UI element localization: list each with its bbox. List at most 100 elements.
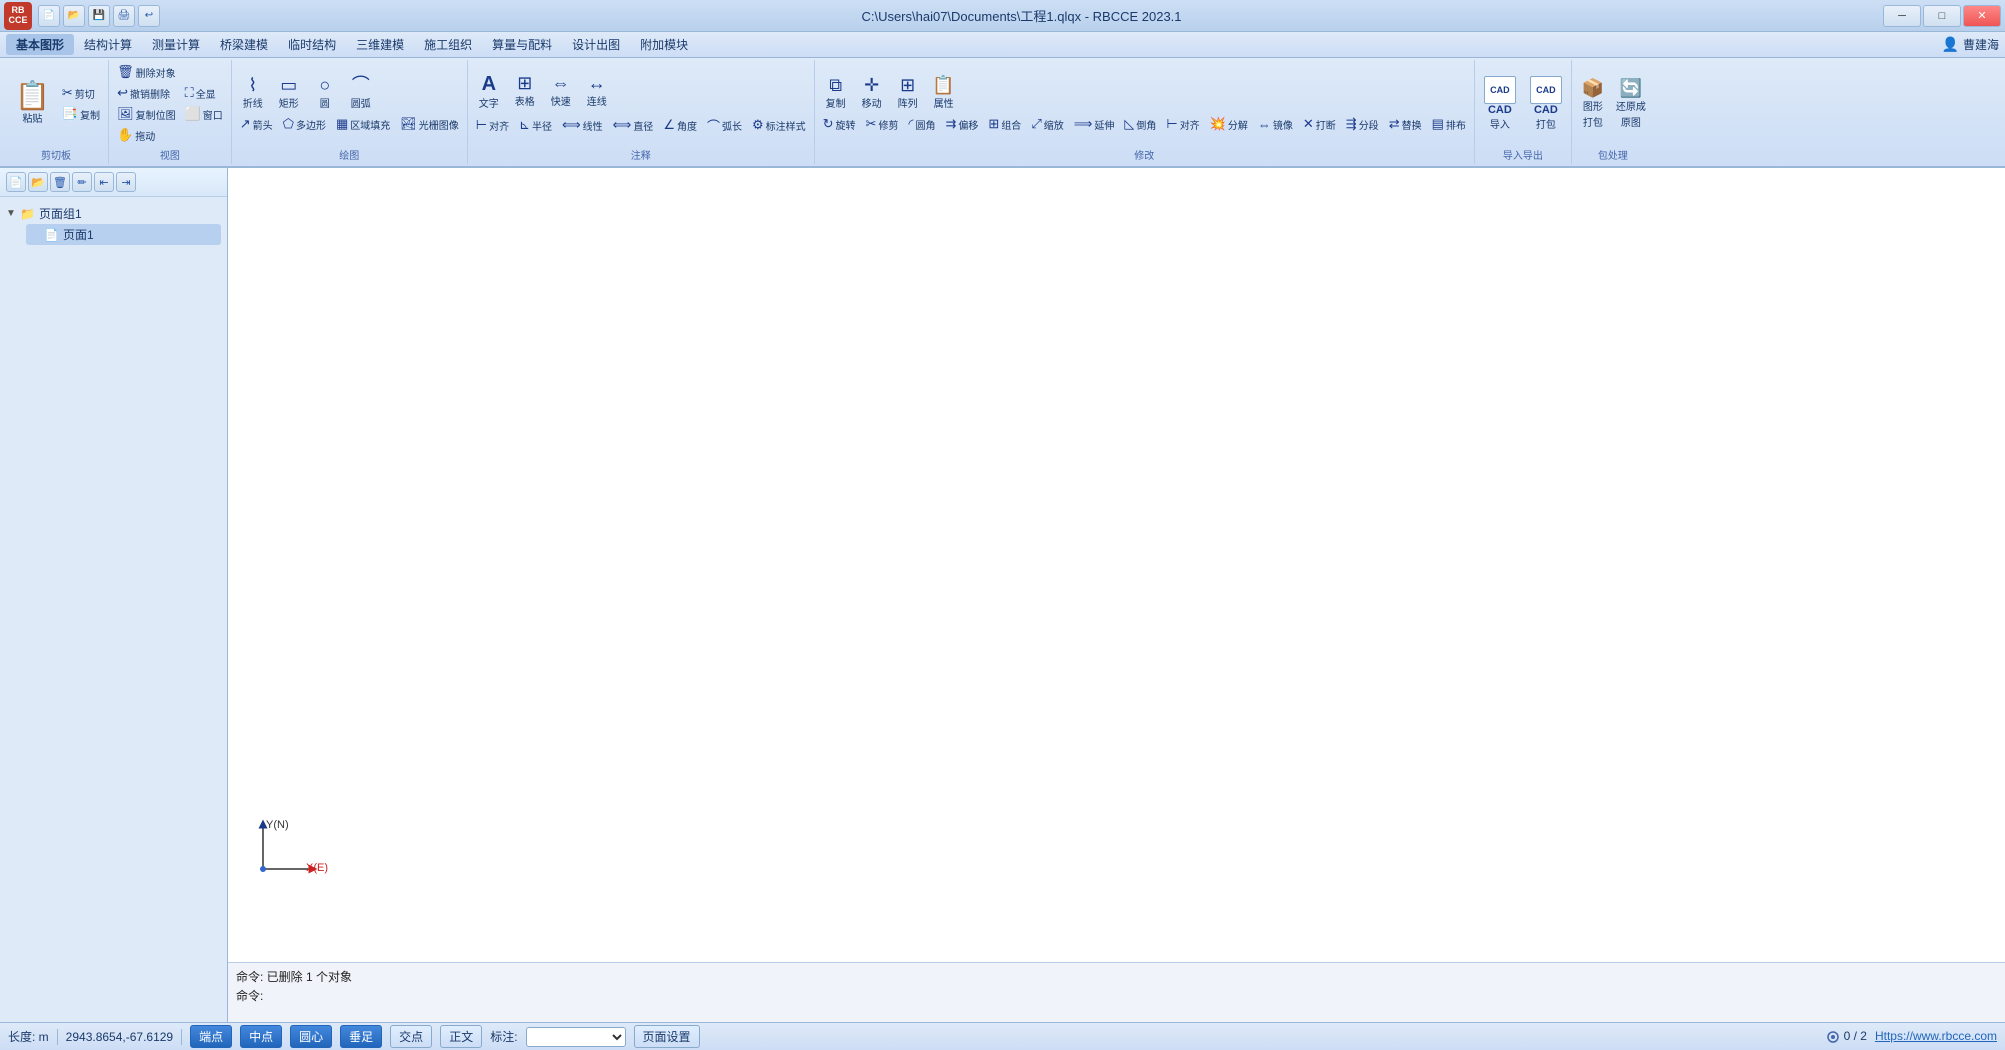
menu-bridge-model[interactable]: 桥梁建模 [210, 34, 278, 55]
lp-delete-btn[interactable]: 🗑 [50, 172, 70, 192]
circle-btn[interactable]: ○ 圆 [308, 73, 342, 113]
menu-measure-calc[interactable]: 测量计算 [142, 34, 210, 55]
tree-page1[interactable]: 📄 页面1 [26, 224, 221, 245]
delete-obj-btn[interactable]: 🗑 删除对象 [113, 62, 180, 82]
snap-perpendicular-btn[interactable]: 垂足 [340, 1025, 382, 1048]
paste-btn[interactable]: 📋 粘贴 [8, 79, 57, 128]
arclength-btn[interactable]: ⌒ 弧长 [703, 114, 746, 137]
arc-btn[interactable]: ⌒ 圆弧 [344, 73, 378, 113]
package-group: 📦 图形 打包 🔄 还原成 原图 包处理 [1572, 60, 1654, 164]
canvas-area[interactable]: Y(N) X(E) [228, 168, 2005, 962]
offset-btn[interactable]: ⇉ 偏移 [942, 114, 983, 134]
lp-new-btn[interactable]: 📄 [6, 172, 26, 192]
radius-btn[interactable]: ⊾ 半径 [515, 114, 556, 137]
cut-btn[interactable]: ✂ 剪切 [58, 83, 104, 103]
text-btn[interactable]: A 文字 [472, 71, 506, 113]
draw-group: ⌇ 折线 ▭ 矩形 ○ 圆 ⌒ 圆弧 [232, 60, 468, 164]
maximize-btn[interactable]: □ [1923, 5, 1961, 27]
new-file-btn[interactable]: 📄 [38, 5, 60, 27]
cad-export-btn[interactable]: CAD CAD 打包 [1525, 73, 1567, 134]
save-btn[interactable]: 💾 [88, 5, 110, 27]
arrow-btn[interactable]: ↗ 箭头 [236, 114, 277, 134]
bitmap-icon: 🖼 [117, 106, 134, 122]
trim-btn[interactable]: ✂ 修剪 [862, 114, 903, 134]
copy-btn[interactable]: 📑 复制 [58, 104, 104, 124]
undo-title-btn[interactable]: ↩ [138, 5, 160, 27]
window-title: C:\Users\hai07\Documents\工程1.qlqx - RBCC… [160, 6, 1883, 25]
move-btn[interactable]: ✛ 移动 [855, 73, 889, 113]
fillet-icon: ◜ [908, 116, 913, 132]
fullscreen-btn[interactable]: ⛶ 全显 [181, 83, 227, 103]
cad-import-btn[interactable]: CAD CAD 导入 [1479, 73, 1521, 134]
snap-endpoint-btn[interactable]: 端点 [190, 1025, 232, 1048]
connect-btn[interactable]: ↔ 连线 [580, 71, 614, 113]
mirror-btn[interactable]: ⇔ 镜像 [1254, 114, 1297, 134]
page-settings-btn[interactable]: 页面设置 [634, 1025, 700, 1048]
chamfer-btn[interactable]: ◺ 倒角 [1120, 114, 1160, 134]
lp-align-right-btn[interactable]: ⇥ [116, 172, 136, 192]
explode-btn[interactable]: 💥 分解 [1206, 114, 1252, 134]
table-btn[interactable]: ⊞ 表格 [508, 71, 542, 113]
user-info[interactable]: 👤 曹建海 [1942, 36, 1999, 53]
fillet-btn[interactable]: ◜ 圆角 [904, 114, 939, 134]
window-btn[interactable]: ⬜ 窗口 [181, 104, 227, 124]
angle-btn[interactable]: ∠ 角度 [659, 114, 701, 137]
undo-delete-btn[interactable]: ↩ 撤销删除 [113, 83, 180, 103]
lp-edit-btn[interactable]: ✏ [72, 172, 92, 192]
raster-btn[interactable]: 🏞 光栅图像 [396, 114, 463, 134]
copy-modify-btn[interactable]: ⧉ 复制 [819, 73, 853, 113]
group-btn[interactable]: ⊞ 组合 [984, 114, 1025, 134]
menu-construction-org[interactable]: 施工组织 [414, 34, 482, 55]
cmd-line-1: 命令: 已删除 1 个对象 [236, 967, 1997, 986]
snap-text-btn[interactable]: 正文 [440, 1025, 482, 1048]
break-btn[interactable]: ✕ 打断 [1299, 114, 1340, 134]
open-file-btn[interactable]: 📂 [63, 5, 85, 27]
align-anno-btn[interactable]: ⊢ 对齐 [472, 114, 513, 137]
tree-toggle-group1[interactable]: ▼ [6, 208, 16, 219]
shapes-pack-icon: 📦 [1582, 79, 1604, 97]
arrange-btn[interactable]: ▤ 排布 [1428, 114, 1470, 134]
property-btn[interactable]: 📋 属性 [927, 73, 961, 113]
rect-btn[interactable]: ▭ 矩形 [272, 73, 306, 113]
copy-bitmap-btn[interactable]: 🖼 复制位图 [113, 104, 180, 124]
polygon-btn[interactable]: ⬠ 多边形 [279, 114, 330, 134]
snap-intersection-btn[interactable]: 交点 [390, 1025, 432, 1048]
minimize-btn[interactable]: ─ [1883, 5, 1921, 27]
diameter-btn[interactable]: ⟺ 直径 [609, 114, 658, 137]
website-link[interactable]: Https://www.rbcce.com [1875, 1029, 1997, 1043]
lp-open-btn[interactable]: 📂 [28, 172, 48, 192]
menu-3d-model[interactable]: 三维建模 [346, 34, 414, 55]
polyline-btn[interactable]: ⌇ 折线 [236, 73, 270, 113]
saveas-btn[interactable]: 🖨 [113, 5, 135, 27]
menu-design-draw[interactable]: 设计出图 [562, 34, 630, 55]
menu-addon[interactable]: 附加模块 [630, 34, 698, 55]
replace-btn[interactable]: ⇄ 替换 [1385, 114, 1426, 134]
snap-center-btn[interactable]: 圆心 [290, 1025, 332, 1048]
snap-midpoint-btn[interactable]: 中点 [240, 1025, 282, 1048]
restore-btn[interactable]: 🔄 还原成 原图 [1612, 76, 1650, 132]
array-btn[interactable]: ⊞ 阵列 [891, 73, 925, 113]
tree-group1[interactable]: ▼ 📁 页面组1 [6, 203, 221, 224]
align-modify-btn[interactable]: ⊢ 对齐 [1162, 114, 1203, 134]
drag-btn[interactable]: ✋ 拖动 [113, 125, 180, 145]
quick-btn[interactable]: ⇔ 快速 [544, 71, 578, 113]
dim-style-btn[interactable]: ⚙ 标注样式 [748, 114, 810, 137]
close-btn[interactable]: ✕ [1963, 5, 2001, 27]
annotation-select[interactable] [526, 1027, 626, 1047]
menu-quantity-mix[interactable]: 算量与配料 [482, 34, 562, 55]
snap-icon [1826, 1030, 1840, 1044]
menu-temp-structure[interactable]: 临时结构 [278, 34, 346, 55]
cmd-line-2[interactable]: 命令: [236, 986, 1997, 1005]
shapes-pack-btn[interactable]: 📦 图形 打包 [1576, 76, 1610, 132]
linear-btn[interactable]: ⟺ 线性 [558, 114, 607, 137]
delete-icon: 🗑 [117, 64, 134, 80]
menu-basic-shapes[interactable]: 基本图形 [6, 34, 74, 55]
fill-btn[interactable]: ▦ 区域填充 [332, 114, 394, 134]
lp-align-left-btn[interactable]: ⇤ [94, 172, 114, 192]
extend-btn[interactable]: ⟹ 延伸 [1070, 114, 1119, 134]
modify-label: 修改 [1134, 145, 1154, 162]
menu-structural-calc[interactable]: 结构计算 [74, 34, 142, 55]
rotate-btn[interactable]: ↻ 旋转 [819, 114, 860, 134]
scale-btn[interactable]: ⤢ 缩放 [1027, 114, 1067, 134]
split-btn[interactable]: ⇶ 分段 [1342, 114, 1383, 134]
